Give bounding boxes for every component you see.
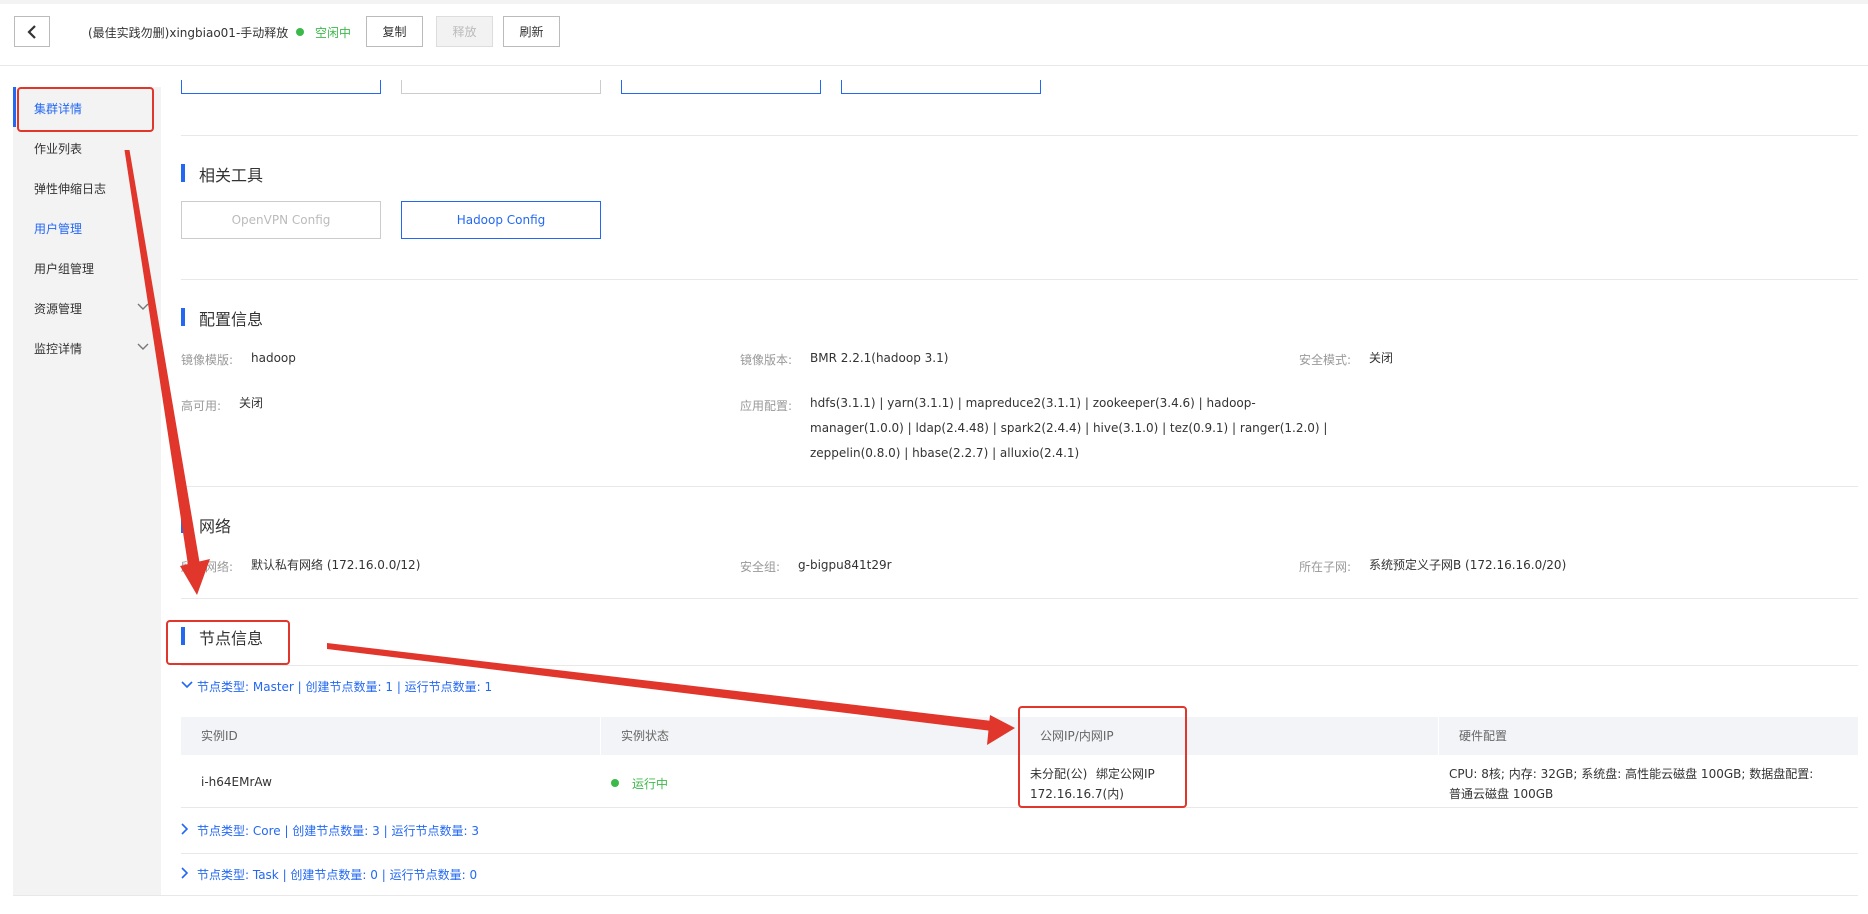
running-status-dot-icon <box>611 779 619 787</box>
security-group-label: 安全组: <box>740 560 781 574</box>
column-ip: 公网IP/内网IP <box>1020 717 1438 755</box>
chevron-left-icon <box>27 24 36 39</box>
instance-id: i-h64EMrAw <box>201 775 272 789</box>
scrolled-button-3[interactable] <box>621 80 821 94</box>
network-section-title: 网络 <box>181 513 231 537</box>
image-version-label: 镜像版本: <box>740 353 793 367</box>
scrolled-button-2[interactable] <box>401 80 601 94</box>
image-template-label: 镜像模版: <box>181 353 234 367</box>
vpc-label: 所在网络: <box>181 560 234 574</box>
chevron-right-icon <box>181 823 189 835</box>
app-config-label: 应用配置: <box>740 399 793 413</box>
security-mode-value: 关闭 <box>1369 351 1394 365</box>
chevron-down-icon <box>137 303 149 310</box>
release-button[interactable]: 释放 <box>436 16 493 47</box>
openvpn-config-button[interactable]: OpenVPN Config <box>181 201 381 239</box>
security-mode-label: 安全模式: <box>1299 353 1352 367</box>
cluster-status: 空闲中 <box>315 26 352 40</box>
node-group-core-header[interactable]: 节点类型: Core | 创建节点数量: 3 | 运行节点数量: 3 <box>161 820 761 840</box>
ha-value: 关闭 <box>239 396 264 410</box>
subnet-label: 所在子网: <box>1299 560 1352 574</box>
sidebar-item-label: 资源管理 <box>34 302 83 316</box>
node-group-master-header[interactable]: 节点类型: Master | 创建节点数量: 1 | 运行节点数量: 1 <box>161 676 761 696</box>
divider <box>181 853 1858 854</box>
table-row: i-h64EMrAw 运行中 未分配(公) 绑定公网IP 172.16.16.7… <box>181 755 1858 808</box>
divider <box>181 598 1858 599</box>
divider <box>181 135 1858 136</box>
config-section-title: 配置信息 <box>181 306 263 330</box>
sidebar-item-label: 监控详情 <box>34 342 83 356</box>
column-hardware: 硬件配置 <box>1439 717 1858 755</box>
column-instance-id: 实例ID <box>181 717 600 755</box>
chevron-down-icon <box>181 681 193 689</box>
chevron-right-icon <box>181 867 189 879</box>
copy-button[interactable]: 复制 <box>366 16 423 47</box>
image-version-value: BMR 2.2.1(hadoop 3.1) <box>810 351 949 365</box>
status-dot-icon <box>296 28 304 36</box>
sidebar-item-scaling-log[interactable]: 弹性伸缩日志 <box>34 180 106 197</box>
sidebar-item-job-list[interactable]: 作业列表 <box>34 140 82 157</box>
image-template-value: hadoop <box>251 351 296 365</box>
node-group-master-label: 节点类型: Master | 创建节点数量: 1 | 运行节点数量: 1 <box>197 680 493 694</box>
scrolled-button-1[interactable] <box>181 80 381 94</box>
app-config-line: zeppelin(0.8.0) | hbase(2.2.7) | alluxio… <box>810 446 1080 460</box>
subnet-value: 系统预定义子网B (172.16.16.0/20) <box>1369 558 1567 572</box>
divider <box>181 665 1858 666</box>
sidebar-item-user-management[interactable]: 用户管理 <box>34 220 82 237</box>
node-group-task-label: 节点类型: Task | 创建节点数量: 0 | 运行节点数量: 0 <box>197 868 478 882</box>
scrolled-button-4[interactable] <box>841 80 1041 94</box>
sidebar: 集群详情 作业列表 弹性伸缩日志 用户管理 用户组管理 资源管理 监控详情 <box>13 87 161 895</box>
divider <box>181 279 1858 280</box>
app-config-value: hdfs(3.1.1) | yarn(3.1.1) | mapreduce2(3… <box>810 391 1327 466</box>
bind-public-ip-link[interactable]: 绑定公网IP <box>1096 765 1155 782</box>
tools-section-title: 相关工具 <box>181 162 263 186</box>
column-instance-status: 实例状态 <box>601 717 1019 755</box>
refresh-button[interactable]: 刷新 <box>503 16 560 47</box>
back-button[interactable] <box>14 16 50 47</box>
cluster-title: (最佳实践勿删)xingbiao01-手动释放 <box>88 26 289 40</box>
node-group-core-label: 节点类型: Core | 创建节点数量: 3 | 运行节点数量: 3 <box>197 824 479 838</box>
public-ip: 未分配(公) <box>1030 767 1088 781</box>
divider <box>181 486 1858 487</box>
top-shade <box>0 0 1868 4</box>
divider <box>13 895 1858 896</box>
sidebar-item-resource-management[interactable]: 资源管理 <box>13 300 161 320</box>
instance-status: 运行中 <box>632 777 669 791</box>
nodes-section-title: 节点信息 <box>181 625 263 649</box>
sidebar-item-cluster-detail[interactable]: 集群详情 <box>34 100 82 117</box>
top-bar: (最佳实践勿删)xingbiao01-手动释放 空闲中 复制 释放 刷新 <box>0 0 1868 66</box>
app-config-line: hdfs(3.1.1) | yarn(3.1.1) | mapreduce2(3… <box>810 396 1256 410</box>
sidebar-active-indicator <box>13 87 16 127</box>
app-config-line: manager(1.0.0) | ldap(2.4.48) | spark2(2… <box>810 421 1328 435</box>
vpc-value: 默认私有网络 (172.16.0.0/12) <box>251 558 421 572</box>
hardware-config-line2: 普通云磁盘 100GB <box>1449 787 1554 801</box>
node-group-task-header[interactable]: 节点类型: Task | 创建节点数量: 0 | 运行节点数量: 0 <box>161 864 761 884</box>
sidebar-item-monitoring[interactable]: 监控详情 <box>13 340 161 360</box>
hardware-config-line1: CPU: 8核; 内存: 32GB; 系统盘: 高性能云磁盘 100GB; 数据… <box>1449 767 1814 781</box>
chevron-down-icon <box>137 343 149 350</box>
private-ip: 172.16.16.7(内) <box>1030 787 1124 801</box>
sidebar-item-group-management[interactable]: 用户组管理 <box>34 260 94 277</box>
hadoop-config-button[interactable]: Hadoop Config <box>401 201 601 239</box>
ha-label: 高可用: <box>181 399 222 413</box>
security-group-value: g-bigpu841t29r <box>798 558 892 572</box>
